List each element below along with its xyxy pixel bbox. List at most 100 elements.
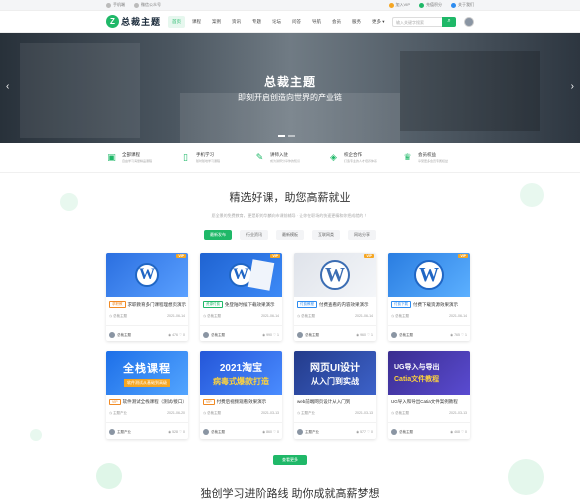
- like-count: 1: [277, 333, 279, 337]
- tab-internet[interactable]: 互联网类: [312, 230, 340, 240]
- feature-cooperation[interactable]: ◈ 校企合作 打造专业的人才培养体系: [328, 152, 400, 163]
- thumbnail-subline: 从入门到实战: [311, 377, 359, 386]
- feature-teacher-join[interactable]: ✎ 讲师入驻 成为讲师分享你的知识: [254, 152, 326, 163]
- tab-templates[interactable]: 最新模板: [276, 230, 304, 240]
- hero-banner: 总裁主题 即刻开启创造向世界的产业链 ‹ ›: [0, 33, 580, 143]
- card-thumbnail[interactable]: 2021淘宝 病毒式爆款打造: [200, 351, 282, 395]
- card-author[interactable]: 总裁主题: [297, 332, 319, 338]
- feature-member-benefits[interactable]: ♛ 会员权益 享受更多会员专属权益: [402, 152, 474, 163]
- nav-forum[interactable]: 论坛: [268, 16, 285, 28]
- user-avatar[interactable]: [464, 16, 474, 27]
- nav-service[interactable]: 服务: [348, 16, 365, 28]
- card-title[interactable]: 付费查看的内容效果演示: [319, 302, 369, 308]
- card-title[interactable]: UG导入和导出Catia文件案例教程: [391, 399, 458, 405]
- tab-industry[interactable]: 行业资讯: [240, 230, 268, 240]
- main-nav: Z 总裁主题 首页 课程 案例 资讯 专题 论坛 问答 导航 会员 服务 更多 …: [0, 11, 580, 33]
- card-category: 主题产业: [113, 411, 128, 415]
- nav-member[interactable]: 会员: [328, 16, 345, 28]
- course-card[interactable]: W VIP 付费下载 付费下载资源效果演示 ◷ 总裁主题 2021-06-14 总裁…: [388, 253, 470, 341]
- course-card[interactable]: W VIP 求职教 求职教育多门课程理想页演示 ◷ 总裁主题 2021-06-14 …: [106, 253, 188, 341]
- card-title[interactable]: 求职教育多门课程理想页演示: [128, 302, 187, 308]
- clock-icon: ◷ 主题产业: [109, 411, 128, 415]
- about-link[interactable]: 关于我们: [451, 2, 474, 8]
- search-input[interactable]: 输入关键字搜索: [392, 16, 442, 27]
- card-title[interactable]: 软件测试全栈课程（测试/接口）: [123, 399, 187, 405]
- roadmap-title: 独创学习进阶路线 助你成就高薪梦想: [200, 488, 380, 500]
- card-author[interactable]: 主题产业: [297, 429, 319, 435]
- tab-sites[interactable]: 网站分享: [348, 230, 376, 240]
- search-icon: ⌕: [447, 18, 451, 24]
- feature-all-courses[interactable]: ▣ 全部课程 自由学习海量精品课程: [106, 152, 178, 163]
- feature-title: 全部课程: [122, 152, 140, 157]
- vip-badge: VIP: [364, 254, 374, 258]
- course-card[interactable]: W VIP 付费教程 付费查看的内容效果演示 ◷ 总裁主题 2021-06-14 总…: [294, 253, 376, 341]
- course-card[interactable]: 网页UI设计 从入门到实战 web前端网页设计从入门到 ◷ 主题产业 2021-0…: [294, 351, 376, 439]
- card-title[interactable]: 付费下载资源效果演示: [413, 302, 458, 308]
- card-thumbnail[interactable]: 网页UI设计 从入门到实战: [294, 351, 376, 395]
- nav-guide[interactable]: 导航: [308, 16, 325, 28]
- author-name: 总裁主题: [399, 332, 413, 337]
- carousel-dot[interactable]: [288, 135, 295, 137]
- author-name: 总裁主题: [211, 332, 225, 337]
- clock-icon: ◷ 主题产业: [297, 411, 316, 415]
- nav-more[interactable]: 更多 ▾: [368, 16, 389, 28]
- card-author[interactable]: 总裁主题: [109, 332, 131, 338]
- nav-courses[interactable]: 课程: [188, 16, 205, 28]
- like-count: 0: [183, 333, 185, 337]
- view-more-button[interactable]: 查看更多: [273, 455, 307, 465]
- card-title[interactable]: 免登陆时候下载效果演示: [225, 302, 275, 308]
- course-card[interactable]: W VIP 资源付费 免登陆时候下载效果演示 ◷ 总裁主题 2021-06-14 总…: [200, 253, 282, 341]
- card-thumbnail[interactable]: W VIP: [294, 253, 376, 297]
- vip-badge: VIP: [270, 254, 280, 258]
- logo-text: 总裁主题: [121, 17, 162, 27]
- join-vip-link[interactable]: 加入VIP: [388, 2, 410, 8]
- card-thumbnail[interactable]: W VIP: [388, 253, 470, 297]
- card-thumbnail[interactable]: 全栈课程 软件测试从基础到高级: [106, 351, 188, 395]
- course-card[interactable]: UG导入与导出 Catia文件教程 UG导入和导出Catia文件案例教程 ◷ 总…: [388, 351, 470, 439]
- card-author[interactable]: 总裁主题: [203, 429, 225, 435]
- feature-mobile-learning[interactable]: ▯ 手机学习 随时随地学习课程: [180, 152, 252, 163]
- like-count: 0: [183, 430, 185, 434]
- card-category: 总裁主题: [207, 411, 222, 415]
- card-tag: 求职教: [109, 301, 126, 308]
- like-count: 0: [371, 430, 373, 434]
- decor-circle: [508, 459, 544, 495]
- decor-circle: [520, 183, 544, 207]
- card-thumbnail[interactable]: W VIP: [106, 253, 188, 297]
- nav-qa[interactable]: 问答: [288, 16, 305, 28]
- search-box: 输入关键字搜索 ⌕: [392, 16, 456, 27]
- card-stats: ◉ 476 ♡ 0: [168, 333, 185, 337]
- carousel-dot[interactable]: [278, 135, 285, 137]
- card-title[interactable]: 付费后视频观看效果演示: [217, 399, 267, 405]
- site-logo[interactable]: Z 总裁主题: [106, 15, 168, 28]
- tab-latest[interactable]: 最新发布: [204, 230, 232, 240]
- decor-circle: [96, 463, 122, 489]
- card-date: 2021-03-13: [355, 411, 373, 415]
- card-date: 2021-06-20: [167, 411, 185, 415]
- decor-circle: [30, 429, 42, 441]
- card-author[interactable]: 主题产业: [109, 429, 131, 435]
- chevron-right-icon[interactable]: ›: [571, 81, 574, 92]
- course-card[interactable]: 2021淘宝 病毒式爆款打造 VIP 付费后视频观看效果演示 ◷ 总裁主题 2021…: [200, 351, 282, 439]
- recharge-link[interactable]: 充值积分: [419, 2, 442, 8]
- card-author[interactable]: 总裁主题: [391, 429, 413, 435]
- nav-home[interactable]: 首页: [168, 15, 185, 28]
- card-tag: VIP: [203, 399, 215, 405]
- card-category: 总裁主题: [113, 314, 128, 318]
- card-thumbnail[interactable]: W VIP: [200, 253, 282, 297]
- card-author[interactable]: 总裁主题: [203, 332, 225, 338]
- card-category: 总裁主题: [395, 411, 410, 415]
- course-card[interactable]: 全栈课程 软件测试从基础到高级 VIP 软件测试全栈课程（测试/接口） ◷ 主题产…: [106, 351, 188, 439]
- clock-icon: ◷ 总裁主题: [297, 314, 316, 318]
- card-author[interactable]: 总裁主题: [391, 332, 413, 338]
- card-title[interactable]: web前端网页设计从入门到: [297, 399, 350, 405]
- wordpress-icon: W: [135, 263, 159, 287]
- nav-news[interactable]: 资讯: [228, 16, 245, 28]
- nav-topics[interactable]: 专题: [248, 16, 265, 28]
- card-thumbnail[interactable]: UG导入与导出 Catia文件教程: [388, 351, 470, 395]
- wechat-link[interactable]: 微信公众号: [134, 2, 161, 8]
- chevron-left-icon[interactable]: ‹: [6, 81, 9, 92]
- nav-cases[interactable]: 案例: [208, 16, 225, 28]
- search-button[interactable]: ⌕: [442, 16, 456, 27]
- mobile-link[interactable]: 手机端: [106, 2, 125, 8]
